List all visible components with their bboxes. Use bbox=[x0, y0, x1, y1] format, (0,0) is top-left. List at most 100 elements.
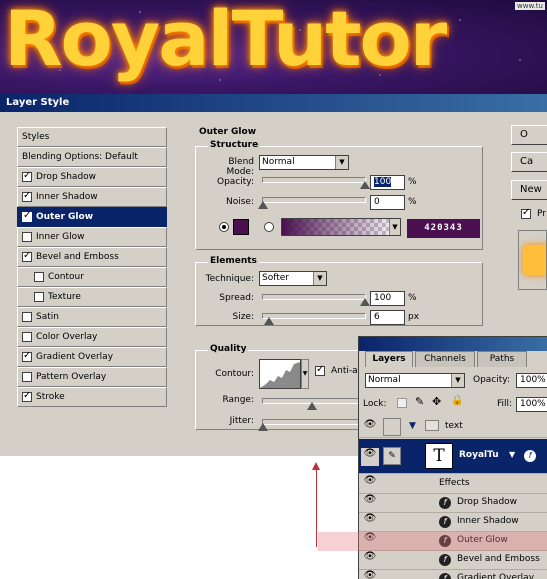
contour-picker[interactable] bbox=[259, 359, 301, 389]
lock-move-icon[interactable]: ✥ bbox=[432, 395, 441, 408]
style-item-color-overlay[interactable]: Color Overlay bbox=[17, 327, 167, 347]
lock-label: Lock: bbox=[363, 399, 387, 409]
anti-aliased-checkbox[interactable] bbox=[315, 364, 325, 376]
style-checkbox[interactable] bbox=[22, 372, 32, 382]
style-item-texture[interactable]: Texture bbox=[17, 287, 167, 307]
opacity-slider[interactable] bbox=[262, 177, 370, 189]
lock-all-icon[interactable]: 🔒 bbox=[451, 395, 463, 406]
layer-opacity-input[interactable]: 100% bbox=[516, 373, 547, 388]
folder-expand-icon[interactable]: ▼ bbox=[409, 421, 416, 431]
noise-slider-thumb[interactable] bbox=[258, 201, 268, 209]
ok-button[interactable]: O bbox=[511, 125, 547, 145]
spread-input[interactable]: 100 bbox=[370, 291, 405, 306]
style-checkbox[interactable] bbox=[22, 190, 32, 202]
lock-transparency-icon[interactable] bbox=[397, 398, 407, 408]
layer-name: RoyalTu bbox=[459, 450, 499, 460]
style-checkbox[interactable] bbox=[22, 250, 32, 262]
banner-image: RoyalTutor www.tu bbox=[0, 0, 547, 94]
style-item-gradient-overlay[interactable]: Gradient Overlay bbox=[17, 347, 167, 367]
tab-paths[interactable]: Paths bbox=[477, 351, 527, 367]
style-checkbox[interactable] bbox=[22, 232, 32, 242]
effects-label: Effects bbox=[439, 478, 470, 488]
range-slider[interactable] bbox=[262, 398, 366, 410]
style-item-outer-glow[interactable]: Outer Glow bbox=[17, 207, 167, 227]
fill-input[interactable]: 100% bbox=[516, 397, 547, 412]
style-item-bevel-and-emboss[interactable]: Bevel and Emboss bbox=[17, 247, 167, 267]
layers-panel-titlebar[interactable] bbox=[359, 337, 547, 351]
visibility-eye-icon[interactable]: 👁 bbox=[361, 570, 379, 579]
style-item-inner-glow[interactable]: Inner Glow bbox=[17, 227, 167, 247]
opacity-slider-thumb[interactable] bbox=[360, 181, 370, 189]
glow-color-swatch[interactable] bbox=[233, 219, 249, 235]
size-unit: px bbox=[408, 312, 420, 322]
visibility-eye-icon[interactable]: 👁 bbox=[361, 419, 379, 437]
style-checkbox[interactable] bbox=[34, 272, 44, 282]
blending-options-item[interactable]: Blending Options: Default bbox=[17, 147, 167, 167]
blend-mode-select[interactable]: Normal ▼ bbox=[259, 155, 349, 170]
size-input[interactable]: 6 bbox=[370, 310, 405, 325]
gradient-picker[interactable]: ▼ bbox=[281, 218, 401, 236]
layer-row-folder[interactable]: 👁 ▼ text bbox=[359, 417, 547, 438]
blend-mode-label: Blend Mode: bbox=[226, 157, 254, 177]
jitter-slider[interactable] bbox=[258, 419, 366, 431]
style-item-label: Inner Shadow bbox=[36, 192, 98, 202]
style-checkbox[interactable] bbox=[22, 170, 32, 182]
style-item-stroke[interactable]: Stroke bbox=[17, 387, 167, 407]
style-item-inner-shadow[interactable]: Inner Shadow bbox=[17, 187, 167, 207]
layer-link-cell[interactable] bbox=[383, 418, 401, 436]
layer-row-text[interactable]: 👁 ✎ T RoyalTu ▼ f bbox=[359, 439, 547, 474]
effect-icon: f bbox=[439, 497, 451, 509]
elements-title: Elements bbox=[208, 256, 259, 266]
chevron-down-icon[interactable]: ▼ bbox=[509, 450, 515, 459]
jitter-slider-thumb[interactable] bbox=[258, 423, 268, 431]
visibility-eye-icon[interactable]: 👁 bbox=[361, 448, 379, 466]
size-slider-thumb[interactable] bbox=[264, 317, 275, 325]
style-checkbox[interactable] bbox=[22, 390, 32, 402]
size-slider[interactable] bbox=[262, 313, 366, 325]
visibility-eye-icon[interactable]: 👁 bbox=[361, 551, 379, 569]
tab-layers[interactable]: Layers bbox=[365, 351, 413, 367]
spread-slider-thumb[interactable] bbox=[360, 298, 370, 306]
effects-row[interactable]: 👁 Effects bbox=[359, 475, 547, 494]
styles-header[interactable]: Styles bbox=[17, 127, 167, 147]
visibility-eye-icon[interactable]: 👁 bbox=[361, 513, 379, 531]
visibility-eye-icon[interactable]: 👁 bbox=[361, 494, 379, 512]
style-item-drop-shadow[interactable]: Drop Shadow bbox=[17, 167, 167, 187]
spread-slider[interactable] bbox=[262, 294, 370, 306]
highlight-band bbox=[318, 532, 547, 551]
tab-channels[interactable]: Channels bbox=[415, 351, 475, 367]
style-checkbox[interactable] bbox=[22, 350, 32, 362]
lock-paint-icon[interactable]: ✎ bbox=[415, 395, 424, 408]
layer-blend-mode-value: Normal bbox=[368, 375, 401, 385]
effect-row-inner-shadow[interactable]: 👁 f Inner Shadow bbox=[359, 513, 547, 532]
gradient-radio[interactable] bbox=[264, 222, 274, 232]
opacity-unit: % bbox=[408, 177, 417, 187]
structure-title: Structure bbox=[208, 140, 261, 150]
noise-input[interactable]: 0 bbox=[370, 195, 405, 210]
layer-blend-mode-select[interactable]: Normal ▼ bbox=[365, 373, 465, 388]
dialog-titlebar[interactable]: Layer Style bbox=[0, 94, 547, 112]
visibility-eye-icon[interactable]: 👁 bbox=[361, 475, 379, 493]
noise-slider[interactable] bbox=[258, 197, 366, 209]
style-checkbox[interactable] bbox=[22, 210, 32, 222]
style-item-pattern-overlay[interactable]: Pattern Overlay bbox=[17, 367, 167, 387]
style-checkbox[interactable] bbox=[22, 332, 32, 342]
effect-label: Inner Shadow bbox=[457, 516, 519, 526]
style-checkbox[interactable] bbox=[34, 292, 44, 302]
effect-row-drop-shadow[interactable]: 👁 f Drop Shadow bbox=[359, 494, 547, 513]
solid-color-radio[interactable] bbox=[219, 222, 229, 232]
style-item-satin[interactable]: Satin bbox=[17, 307, 167, 327]
effect-row-gradient-overlay[interactable]: 👁 f Gradient Overlay bbox=[359, 570, 547, 579]
preview-checkbox[interactable] bbox=[521, 207, 531, 219]
layer-effects-icon[interactable]: f bbox=[524, 450, 536, 462]
range-slider-thumb[interactable] bbox=[307, 402, 317, 410]
effect-row-bevel-and-emboss[interactable]: 👁 f Bevel and Emboss bbox=[359, 551, 547, 570]
style-item-contour[interactable]: Contour bbox=[17, 267, 167, 287]
style-checkbox[interactable] bbox=[22, 312, 32, 322]
cancel-button[interactable]: Ca bbox=[511, 152, 547, 172]
chevron-down-icon: ▼ bbox=[451, 374, 464, 387]
opacity-input[interactable]: 100 bbox=[370, 175, 405, 190]
technique-select[interactable]: Softer ▼ bbox=[259, 271, 327, 286]
new-style-button[interactable]: New bbox=[511, 180, 547, 200]
folder-name: text bbox=[445, 421, 463, 431]
